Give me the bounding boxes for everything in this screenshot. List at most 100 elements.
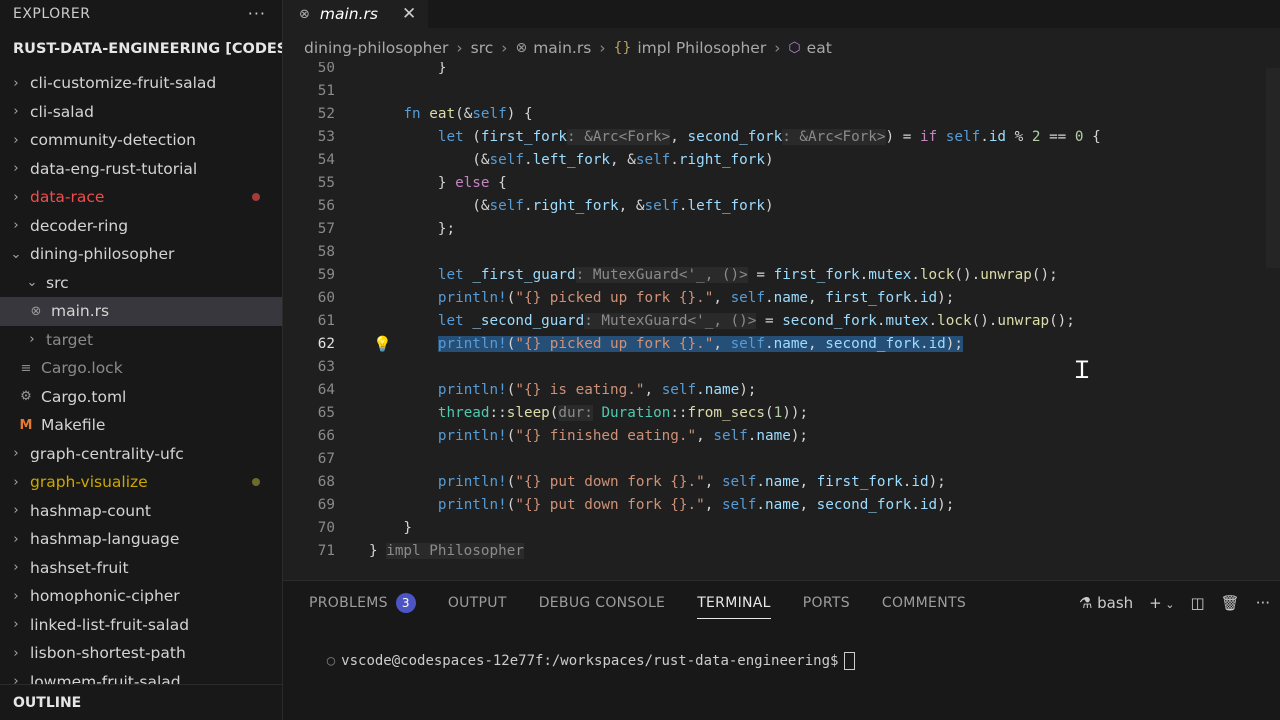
line-number: 68 <box>317 474 335 490</box>
folder-label: data-race <box>30 188 105 207</box>
folder-label: graph-centrality-ufc <box>30 444 184 463</box>
tab-main-rs[interactable]: ⊗ main.rs ✕ <box>283 0 429 28</box>
code-line: 69 println!("{} put down fork {}.", self… <box>283 494 1280 516</box>
chevron-right-icon: › <box>13 617 19 633</box>
trash-icon[interactable]: 🗑 <box>1221 594 1240 612</box>
code-line: 55 } else { <box>283 172 1280 194</box>
file-label: Cargo.toml <box>41 387 127 406</box>
status-dot <box>252 193 260 202</box>
tree-folder-item[interactable]: › graph-visualize <box>0 468 282 497</box>
code-line: 53 let (first_fork: &Arc<Fork>, second_f… <box>283 126 1280 148</box>
tab-output[interactable]: OUTPUT <box>448 581 507 625</box>
code-editor[interactable]: 50 } 51 52 fn eat(&self) { 53 let (first… <box>283 62 1280 574</box>
tree-folder-item[interactable]: › hashmap-language <box>0 525 282 554</box>
tab-label: TERMINAL <box>697 595 771 611</box>
file-label: Makefile <box>41 416 106 435</box>
line-number: 63 <box>317 359 335 375</box>
breadcrumb-item[interactable]: impl Philosopher <box>637 39 766 57</box>
makefile-icon: M <box>19 417 33 433</box>
shell-label: bash <box>1097 594 1134 612</box>
explorer-sidebar: EXPLORER ··· RUST-DATA-ENGINEERING [CODE… <box>0 0 283 720</box>
rust-file-icon: ⊗ <box>299 6 310 22</box>
folder-label: graph-visualize <box>30 473 148 492</box>
tree-folder-item[interactable]: › graph-centrality-ufc <box>0 440 282 469</box>
minimap[interactable] <box>1266 68 1280 268</box>
terminal-shell-selector[interactable]: ⚗ bash <box>1079 594 1133 612</box>
tree-folder-item[interactable]: › data-race <box>0 183 282 212</box>
chevron-right-icon: › <box>13 674 19 684</box>
folder-label: hashmap-count <box>30 501 151 520</box>
rust-file-icon: ⊗ <box>515 40 528 56</box>
code-text: let _first_guard: MutexGuard<'_, ()> = f… <box>437 267 1058 283</box>
line-number: 50 <box>317 62 335 76</box>
explorer-title: EXPLORER <box>13 5 91 22</box>
file-label: Cargo.lock <box>41 359 123 378</box>
text-cursor-icon: Ｉ <box>1070 356 1094 384</box>
folder-label: lisbon-shortest-path <box>30 644 186 663</box>
lock-file-icon: ≡ <box>20 360 32 376</box>
file-main-rs[interactable]: ⊗ main.rs <box>0 297 282 326</box>
tab-problems[interactable]: PROBLEMS 3 <box>309 581 416 625</box>
breadcrumb-item[interactable]: dining-philosopher <box>304 39 448 57</box>
code-text: thread::sleep(dur: Duration::from_secs(1… <box>437 405 809 421</box>
code-line: 64 println!("{} is eating.", self.name); <box>283 379 1280 401</box>
chevron-right-icon: › <box>13 531 19 547</box>
breadcrumb-separator: › <box>501 39 508 57</box>
line-number: 70 <box>317 520 335 536</box>
plus-icon: + <box>1149 594 1162 612</box>
folder-label: hashset-fruit <box>30 558 129 577</box>
tab-terminal[interactable]: TERMINAL <box>697 581 771 625</box>
terminal-output[interactable]: ○ vscode@codespaces-12e77f:/workspaces/ru… <box>293 636 856 686</box>
tree-folder-item[interactable]: › data-eng-rust-tutorial <box>0 155 282 184</box>
tree-folder-item[interactable]: › linked-list-fruit-salad <box>0 611 282 640</box>
code-line: 57 }; <box>283 218 1280 240</box>
file-cargo-toml[interactable]: ⚙ Cargo.toml <box>0 383 282 412</box>
file-makefile[interactable]: M Makefile <box>0 411 282 440</box>
method-icon: ⬡ <box>788 40 801 56</box>
folder-label: community-detection <box>30 131 196 150</box>
tab-debug-console[interactable]: DEBUG CONSOLE <box>539 581 666 625</box>
tree-folder-item[interactable]: › cli-customize-fruit-salad <box>0 69 282 98</box>
file-cargo-lock[interactable]: ≡ Cargo.lock <box>0 354 282 383</box>
line-number: 67 <box>317 451 335 467</box>
chevron-right-icon: › <box>13 645 19 661</box>
close-icon[interactable]: ✕ <box>402 4 416 24</box>
more-actions-icon[interactable]: ··· <box>248 4 266 23</box>
tree-folder-item[interactable]: › hashmap-count <box>0 497 282 526</box>
tree-folder-item[interactable]: › lisbon-shortest-path <box>0 639 282 668</box>
workspace-root[interactable]: RUST-DATA-ENGINEERING [CODES... <box>0 27 282 71</box>
gear-icon: ⚙ <box>20 389 32 405</box>
tree-folder-item[interactable]: › cli-salad <box>0 98 282 127</box>
breadcrumb-separator: › <box>599 39 606 57</box>
tree-folder-item[interactable]: › homophonic-cipher <box>0 582 282 611</box>
tree-folder-item[interactable]: › lowmem-fruit-salad <box>0 668 282 684</box>
folder-src[interactable]: ⌄ src <box>0 269 282 298</box>
tree-folder-item[interactable]: ⌄ dining-philosopher <box>0 240 282 269</box>
code-text: println!("{} put down fork {}.", self.na… <box>437 497 955 513</box>
folder-label: target <box>46 330 94 349</box>
breadcrumb-item[interactable]: eat <box>807 39 832 57</box>
chevron-down-icon: ⌄ <box>26 275 38 291</box>
new-terminal-button[interactable]: + ⌄ <box>1149 594 1174 612</box>
breadcrumb-item[interactable]: src <box>471 39 494 57</box>
tree-folder-item[interactable]: › decoder-ring <box>0 212 282 241</box>
code-text: let (first_fork: &Arc<Fork>, second_fork… <box>437 129 1101 145</box>
tree-folder-item[interactable]: › hashset-fruit <box>0 554 282 583</box>
split-terminal-icon[interactable]: ◫ <box>1190 594 1204 612</box>
breadcrumb-item[interactable]: main.rs <box>533 39 591 57</box>
folder-target[interactable]: › target <box>0 326 282 355</box>
tree-folder-item[interactable]: › community-detection <box>0 126 282 155</box>
folder-label: linked-list-fruit-salad <box>30 615 190 634</box>
tab-comments[interactable]: COMMENTS <box>882 581 966 625</box>
more-actions-icon[interactable]: ··· <box>1256 594 1270 612</box>
line-number: 53 <box>317 129 335 145</box>
tab-ports[interactable]: PORTS <box>803 581 850 625</box>
braces-icon: {} <box>613 40 632 56</box>
terminal-icon: ⚗ <box>1078 594 1093 612</box>
chevron-down-icon: ⌄ <box>1161 598 1175 611</box>
outline-section[interactable]: OUTLINE <box>0 684 282 720</box>
line-number: 54 <box>317 152 335 168</box>
line-number: 62 <box>317 336 335 352</box>
file-tree: › cli-customize-fruit-salad › cli-salad › com… <box>0 69 282 684</box>
outline-title: OUTLINE <box>13 694 82 711</box>
